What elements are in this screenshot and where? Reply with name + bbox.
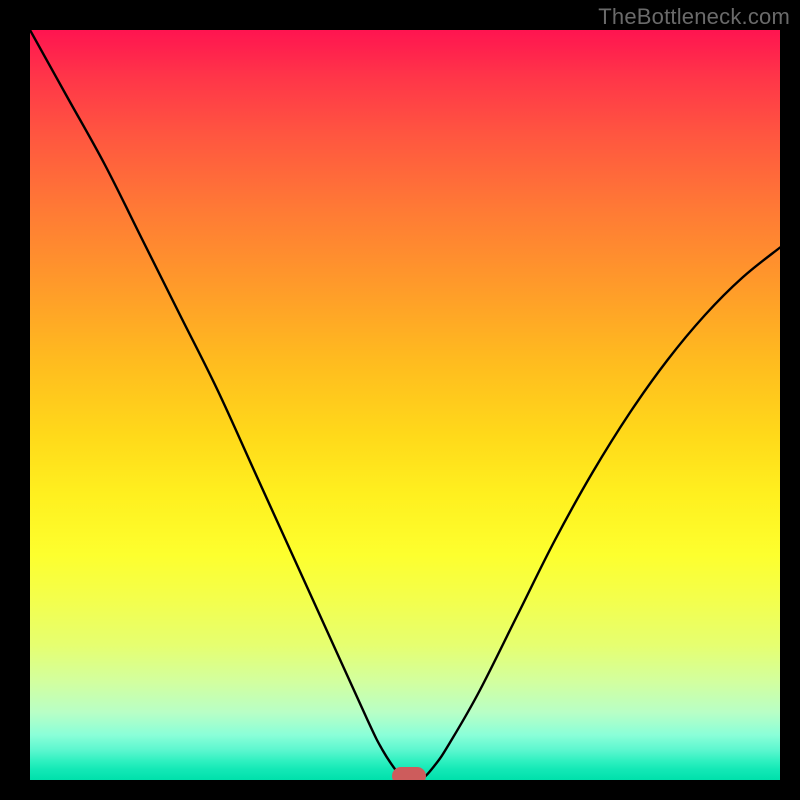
plot-area bbox=[30, 30, 780, 780]
bottleneck-curve bbox=[30, 30, 780, 780]
chart-frame: TheBottleneck.com bbox=[0, 0, 800, 800]
watermark-text: TheBottleneck.com bbox=[598, 4, 790, 30]
curve-svg bbox=[30, 30, 780, 780]
optimum-marker bbox=[392, 767, 426, 781]
